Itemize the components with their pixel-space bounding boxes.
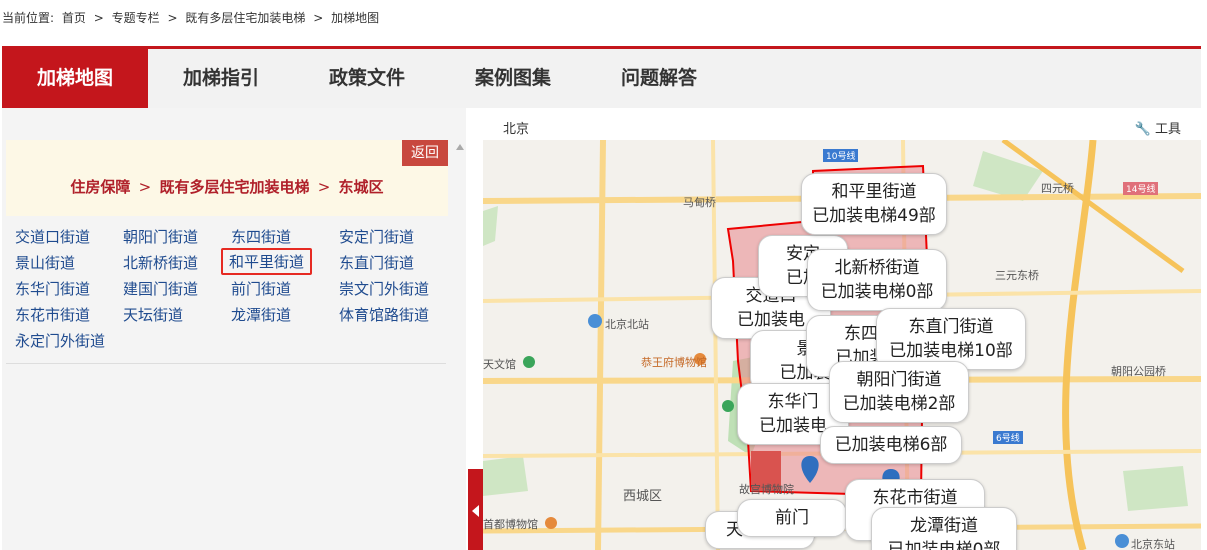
map-tools-button[interactable]: 🔧 工具 — [1135, 118, 1181, 137]
scroll-up-icon[interactable] — [456, 144, 464, 150]
street-link[interactable]: 朝阳门街道 — [123, 226, 198, 247]
street-link[interactable]: 建国门街道 — [123, 278, 198, 299]
bubble-street-name: 前门 — [775, 508, 809, 528]
breadcrumb: 当前位置: 首页 > 专题专栏 > 既有多层住宅加装电梯 > 加梯地图 — [2, 9, 383, 26]
metro-line-badge: 10号线 — [823, 149, 859, 162]
street-link[interactable]: 安定门街道 — [339, 226, 414, 247]
street-link[interactable]: 体育馆路街道 — [339, 304, 429, 325]
bubble-street-name: 北新桥街道 — [834, 258, 920, 278]
street-link[interactable]: 东华门街道 — [15, 278, 90, 299]
street-link-selected[interactable]: 和平里街道 — [221, 248, 313, 275]
map-place-label: 北京东站 — [1131, 538, 1175, 550]
street-link[interactable]: 永定门外街道 — [15, 330, 105, 351]
bubble-count: 已加装电梯10部 — [889, 341, 1013, 361]
map-place-label: 朝阳公园桥 — [1111, 365, 1166, 378]
path-housing[interactable]: 住房保障 — [70, 178, 130, 196]
map-place-label: 马甸桥 — [683, 196, 716, 209]
selection-box: 返回 住房保障 > 既有多层住宅加装电梯 > 东城区 — [6, 140, 448, 216]
map-city-label: 北京 — [503, 122, 530, 137]
map-place-label: 西城区 — [623, 489, 663, 504]
breadcrumb-topics[interactable]: 专题专栏 — [112, 11, 160, 25]
bubble-count: 已加装电梯0部 — [887, 540, 1001, 550]
breadcrumb-sep: > — [93, 11, 104, 25]
map-place-label: 故宫博物院 — [739, 483, 794, 496]
divider — [6, 363, 446, 364]
tab-faq[interactable]: 问题解答 — [586, 49, 732, 108]
breadcrumb-prefix: 当前位置: — [2, 11, 55, 25]
breadcrumb-sep: > — [167, 11, 178, 25]
breadcrumb-elevator[interactable]: 既有多层住宅加装电梯 — [185, 11, 305, 25]
street-link[interactable]: 东直门街道 — [339, 252, 414, 273]
bubble-street-name: 和平里街道 — [831, 182, 917, 202]
street-link[interactable]: 龙潭街道 — [231, 304, 291, 325]
street-link[interactable]: 天坛街道 — [123, 304, 183, 325]
street-bubble-chaoyangmen[interactable]: 朝阳门街道 已加装电梯2部 — [829, 361, 969, 423]
map-place-label: 天文馆 — [483, 358, 516, 371]
tab-elevator-map[interactable]: 加梯地图 — [2, 49, 148, 108]
path-elevator[interactable]: 既有多层住宅加装电梯 — [159, 178, 309, 196]
map-view[interactable]: 北京 🔧 工具 马甸桥 四元桥 三元东桥 北京北站 天文馆 恭王府博物馆 朝阳公… — [483, 111, 1201, 550]
metro-line-badge: 6号线 — [993, 431, 1023, 444]
tab-elevator-guide[interactable]: 加梯指引 — [148, 49, 294, 108]
district-panel: 返回 住房保障 > 既有多层住宅加装电梯 > 东城区 交道口街道 朝阳门街道 东… — [2, 108, 466, 550]
map-place-label: 三元东桥 — [995, 269, 1039, 282]
bubble-street-name: 龙潭街道 — [910, 516, 978, 536]
breadcrumb-sep: > — [313, 11, 324, 25]
bubble-count: 已加装电梯49部 — [812, 206, 936, 226]
chevron-left-icon — [472, 505, 479, 517]
bubble-count: 已加装电梯2部 — [842, 394, 956, 414]
map-tools-label: 工具 — [1154, 122, 1181, 137]
path-district: 东城区 — [338, 178, 384, 196]
panel-collapse-button[interactable] — [468, 469, 483, 550]
main-nav: 加梯地图 加梯指引 政策文件 案例图集 问题解答 — [2, 46, 1201, 108]
bubble-street-name: 东华门 — [767, 392, 819, 412]
path-sep: > — [317, 178, 331, 196]
back-button[interactable]: 返回 — [402, 140, 448, 166]
street-link[interactable]: 前门街道 — [231, 278, 291, 299]
breadcrumb-current: 加梯地图 — [331, 11, 380, 25]
street-link[interactable]: 交道口街道 — [15, 226, 90, 247]
map-place-label: 四元桥 — [1041, 182, 1074, 195]
street-link[interactable]: 东四街道 — [231, 226, 291, 247]
bubble-count: 已加装电梯6部 — [834, 435, 948, 455]
tab-case-gallery[interactable]: 案例图集 — [440, 49, 586, 108]
breadcrumb-home[interactable]: 首页 — [62, 11, 86, 25]
street-bubble-longtan[interactable]: 龙潭街道 已加装电梯0部 — [871, 507, 1017, 550]
street-link[interactable]: 北新桥街道 — [123, 252, 198, 273]
map-place-label: 首都博物馆 — [483, 518, 538, 531]
map-place-label: 恭王府博物馆 — [641, 356, 707, 369]
metro-line-badge: 14号线 — [1123, 182, 1159, 195]
wrench-icon: 🔧 — [1134, 122, 1151, 137]
map-place-label: 北京北站 — [605, 318, 649, 331]
street-bubble-hepingli[interactable]: 和平里街道 已加装电梯49部 — [801, 173, 947, 235]
path-sep: > — [138, 178, 152, 196]
street-bubble-qianmen[interactable]: 前门 — [737, 499, 847, 537]
street-link[interactable]: 崇文门外街道 — [339, 278, 429, 299]
bubble-street-name: 朝阳门街道 — [856, 370, 942, 390]
tab-policy-docs[interactable]: 政策文件 — [294, 49, 440, 108]
street-bubble-jianguomen[interactable]: 已加装电梯6部 — [820, 426, 962, 464]
street-bubble-beixinqiao[interactable]: 北新桥街道 已加装电梯0部 — [807, 249, 947, 311]
scrollbar[interactable] — [454, 140, 466, 550]
map-toolbar: 北京 🔧 工具 — [483, 111, 1201, 140]
bubble-count: 已加装电梯0部 — [820, 282, 934, 302]
street-link[interactable]: 景山街道 — [15, 252, 75, 273]
street-link[interactable]: 东花市街道 — [15, 304, 90, 325]
bubble-street-name: 东直门街道 — [908, 317, 994, 337]
district-path: 住房保障 > 既有多层住宅加装电梯 > 东城区 — [6, 176, 448, 197]
